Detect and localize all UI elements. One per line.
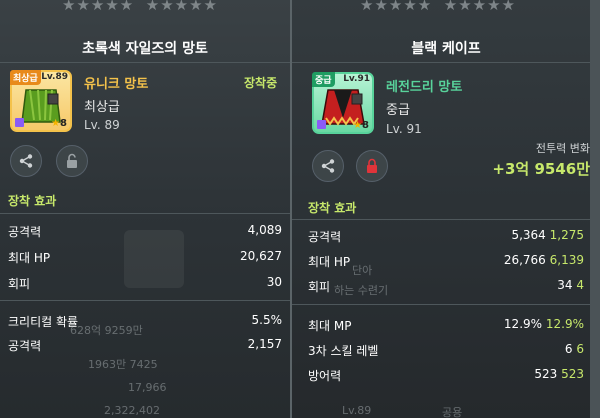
stat-diff: 6 xyxy=(576,342,584,356)
stat-diff: 1,275 xyxy=(549,228,584,242)
stat-row: 공격력 5,364 1,275 xyxy=(308,228,584,250)
star-rating-faded: ★★★★★ ★★★★★ xyxy=(360,0,517,14)
unlock-icon xyxy=(67,153,77,168)
stat-label: 최대 HP xyxy=(308,255,351,269)
compare-item-panel: ★★★★★ ★★★★★ 단아 하는 수련기 Lv.89 공용 블랙 케이프 중급… xyxy=(292,0,600,418)
stat-label: 공격력 xyxy=(308,230,342,244)
stat-diff: 6,139 xyxy=(549,253,584,267)
share-button[interactable] xyxy=(10,145,42,177)
stat-value: 5,364 1,275 xyxy=(511,228,584,242)
stat-label: 크리티컬 확률 xyxy=(8,315,79,329)
stat-row: 회피 34 4 xyxy=(308,278,584,300)
item-grade: 중급 xyxy=(386,103,410,118)
background-text: 공용 xyxy=(442,406,463,418)
stat-value: 12.9% 12.9% xyxy=(503,317,584,331)
stat-value: 20,627 xyxy=(240,249,282,263)
lock-icon xyxy=(367,158,377,173)
section-equip-effect: 장착 효과 xyxy=(308,201,357,215)
background-text: Lv.89 xyxy=(342,404,372,417)
divider xyxy=(0,62,290,63)
item-icon-frame: 중급 Lv.91 ★8 xyxy=(312,72,374,134)
equipped-status: 장착중 xyxy=(244,76,278,90)
current-item-panel: ★★★★★ ★★★★★ 628억 9259만 1963만 7425 17,966… xyxy=(0,0,290,418)
star-force-count: ★8 xyxy=(353,120,369,131)
stat-value: 4,089 xyxy=(247,223,282,237)
stat-value: 34 4 xyxy=(557,278,584,292)
stat-value: 5.5% xyxy=(251,313,283,327)
item-rarity-name: 유니크 망토 xyxy=(84,77,149,92)
stat-label: 회피 xyxy=(8,277,31,291)
star-force-count: ★8 xyxy=(51,118,67,129)
stat-row: 방어력 523 523 xyxy=(308,367,584,389)
divider xyxy=(292,62,590,63)
star-rating-faded: ★★★★★ ★★★★★ xyxy=(62,0,219,14)
stat-label: 최대 MP xyxy=(308,319,352,333)
stat-value: 30 xyxy=(266,275,282,289)
stat-diff: 523 xyxy=(561,367,584,381)
item-level: Lv. 91 xyxy=(386,122,422,136)
stat-value: 6 6 xyxy=(564,342,584,356)
stat-label: 공격력 xyxy=(8,225,42,239)
panel-edge xyxy=(590,0,600,418)
divider xyxy=(0,213,290,214)
stat-row: 최대 HP 26,766 6,139 xyxy=(308,253,584,275)
stat-diff: 4 xyxy=(576,278,584,292)
stat-label: 최대 HP xyxy=(8,251,51,265)
background-text: 2,322,402 xyxy=(104,404,160,417)
stat-row: 최대 HP 20,627 xyxy=(8,249,282,271)
divider xyxy=(292,304,590,305)
background-text: 17,966 xyxy=(128,381,167,394)
item-title: 블랙 케이프 xyxy=(411,41,481,57)
combat-power-change-value: +3억 9546만 xyxy=(492,160,590,178)
item-grade: 최상급 xyxy=(84,100,120,115)
stat-row: 공격력 2,157 xyxy=(8,337,282,359)
item-level: Lv. 89 xyxy=(84,118,120,132)
share-button[interactable] xyxy=(312,150,344,182)
stat-label: 방어력 xyxy=(308,369,342,383)
item-rarity-name: 레전드리 망토 xyxy=(386,80,463,95)
stat-row: 회피 30 xyxy=(8,275,282,297)
stat-row: 크리티컬 확률 5.5% xyxy=(8,313,282,335)
stat-diff: 12.9% xyxy=(545,317,584,331)
share-icon xyxy=(19,154,33,168)
combat-power-change-label: 전투력 변화 xyxy=(535,142,590,155)
divider xyxy=(292,219,590,220)
share-icon xyxy=(321,159,335,173)
potential-indicator xyxy=(15,118,24,127)
lock-button[interactable] xyxy=(56,145,88,177)
item-icon-frame: 최상급 Lv.89 ★8 xyxy=(10,70,72,132)
stat-value: 2,157 xyxy=(247,337,282,351)
stat-label: 3차 스킬 레벨 xyxy=(308,344,379,358)
stat-label: 공격력 xyxy=(8,339,42,353)
stat-value: 523 523 xyxy=(534,367,584,381)
stat-label: 회피 xyxy=(308,280,331,294)
stat-row: 공격력 4,089 xyxy=(8,223,282,245)
stat-value: 26,766 6,139 xyxy=(503,253,584,267)
potential-indicator xyxy=(317,120,326,129)
section-equip-effect: 장착 효과 xyxy=(8,194,57,208)
stat-row: 3차 스킬 레벨 6 6 xyxy=(308,342,584,364)
stat-row: 최대 MP 12.9% 12.9% xyxy=(308,317,584,339)
item-title: 초록색 자일즈의 망토 xyxy=(82,41,208,57)
divider xyxy=(0,300,290,301)
lock-button[interactable] xyxy=(356,150,388,182)
